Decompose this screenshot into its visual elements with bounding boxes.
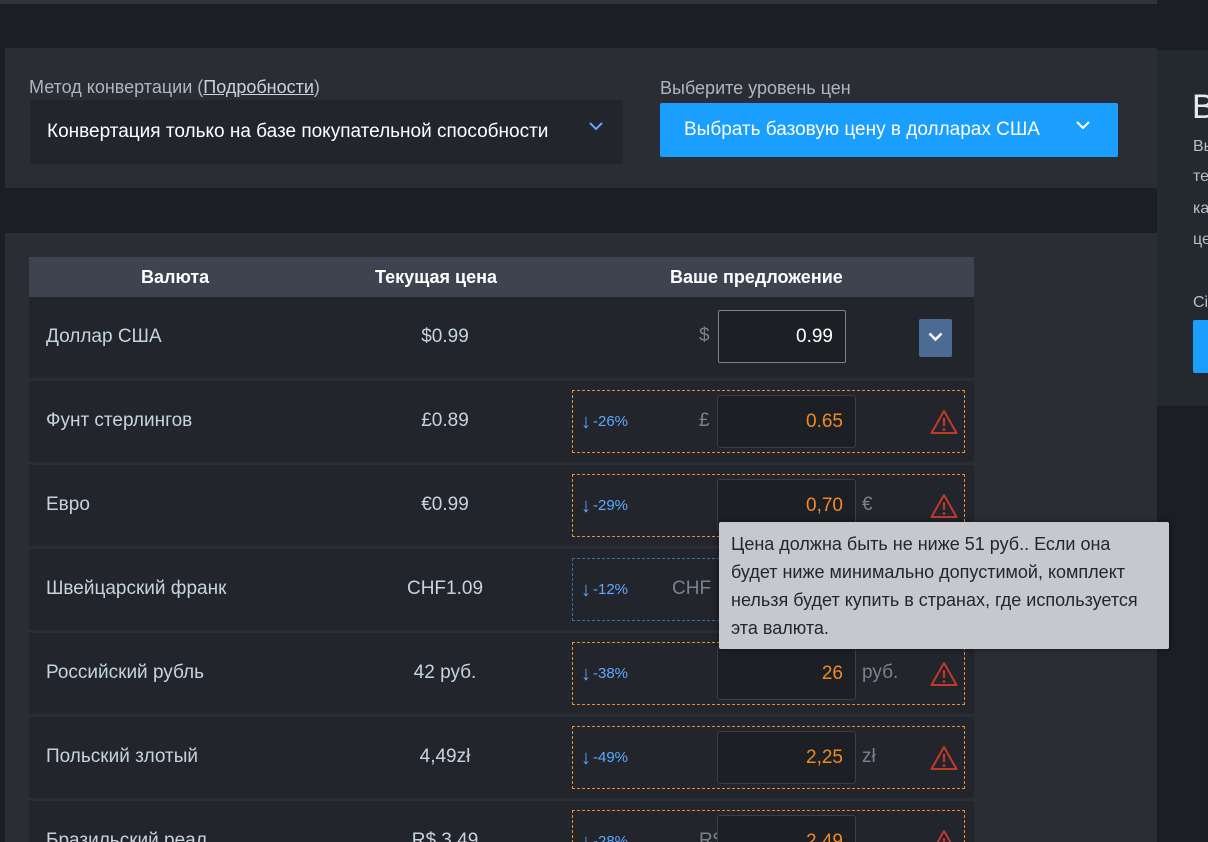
table-row: Бразильский реал R$ 3.49 ↓ -28% R$ xyxy=(29,801,974,842)
table-header: Валюта Текущая цена Ваше предложение xyxy=(29,257,974,297)
percent-change: -29% xyxy=(593,497,629,514)
price-change: ↓ -26% xyxy=(581,411,628,434)
percent-change: -49% xyxy=(593,749,629,766)
currency-name: Фунт стерлингов xyxy=(46,410,193,431)
right-panel-line: те xyxy=(1193,168,1208,185)
price-change: ↓ -12% xyxy=(581,579,628,602)
offer-box: ↓ -49% zł xyxy=(572,726,965,789)
price-change: ↓ -29% xyxy=(581,495,628,518)
header-currency: Валюта xyxy=(141,267,210,287)
conversion-method-label: Метод конвертации (Подробности) xyxy=(29,77,320,98)
arrow-down-icon: ↓ xyxy=(581,411,591,433)
table-row: Фунт стерлингов £0.89 ↓ -26% £ xyxy=(29,381,974,462)
current-price: £0.89 xyxy=(421,410,469,431)
currency-name: Бразильский реал xyxy=(46,830,207,842)
table-row-usd: Доллар США $0.99 $ xyxy=(29,297,974,378)
offer-box: ↓ -28% R$ xyxy=(572,810,965,842)
offer-box: ↓ -26% £ xyxy=(572,390,965,453)
right-side-panel: В Вы те ка це Сі xyxy=(1157,50,1208,406)
offer-box: ↓ -38% руб. xyxy=(572,642,965,705)
chevron-down-icon xyxy=(589,122,603,131)
arrow-down-icon: ↓ xyxy=(581,663,591,685)
conversion-method-value: Конвертация только на базе покупательной… xyxy=(47,121,549,142)
current-price: CHF1.09 xyxy=(406,578,484,599)
top-strip xyxy=(0,0,1157,4)
price-change: ↓ -38% xyxy=(581,663,628,686)
settings-panel: Метод конвертации (Подробности) Конверта… xyxy=(5,48,1157,188)
right-panel-line: ка xyxy=(1193,200,1208,217)
warning-icon[interactable] xyxy=(930,493,958,519)
header-your-offer: Ваше предложение xyxy=(670,267,843,287)
price-input[interactable] xyxy=(717,647,856,700)
price-level-label: Выберите уровень цен xyxy=(660,78,851,98)
price-level-select[interactable]: Выбрать базовую цену в долларах США xyxy=(660,103,1118,157)
current-price: 42 руб. xyxy=(413,662,477,683)
right-panel-line: Вы xyxy=(1193,138,1208,155)
header-current-price: Текущая цена xyxy=(375,267,498,287)
current-price: 4,49zł xyxy=(419,746,471,767)
price-input[interactable] xyxy=(717,815,856,842)
currency-name: Швейцарский франк xyxy=(46,578,227,599)
price-level-value: Выбрать базовую цену в долларах США xyxy=(684,119,1040,140)
chevron-down-icon xyxy=(1076,121,1090,130)
currency-name: Доллар США xyxy=(46,326,162,347)
currency-symbol: $ xyxy=(699,325,710,346)
currency-name: Евро xyxy=(46,494,90,515)
right-panel-button[interactable] xyxy=(1193,320,1208,373)
warning-icon[interactable] xyxy=(930,745,958,771)
current-price: R$ 3.49 xyxy=(411,830,479,842)
right-panel-heading: В xyxy=(1192,88,1208,126)
percent-change: -26% xyxy=(593,413,629,430)
price-input[interactable] xyxy=(717,731,856,784)
currency-symbol: CHF xyxy=(672,578,712,599)
price-change: ↓ -49% xyxy=(581,747,628,770)
chevron-down-icon xyxy=(928,332,943,342)
warning-icon[interactable] xyxy=(930,409,958,435)
arrow-down-icon: ↓ xyxy=(581,747,591,769)
current-price: $0.99 xyxy=(421,326,469,347)
table-row: Польский злотый 4,49zł ↓ -49% zł xyxy=(29,717,974,798)
currency-symbol: руб. xyxy=(862,662,899,683)
conversion-method-select[interactable]: Конвертация только на базе покупательной… xyxy=(30,100,623,164)
conversion-label-suffix: ) xyxy=(313,77,320,97)
price-input[interactable] xyxy=(717,395,856,448)
price-warning-tooltip: Цена должна быть не ниже 51 руб.. Если о… xyxy=(719,522,1169,649)
arrow-down-icon: ↓ xyxy=(581,831,591,842)
currency-name: Российский рубль xyxy=(46,662,205,683)
price-change: ↓ -28% xyxy=(581,831,628,842)
right-panel-line: Сі xyxy=(1193,294,1208,311)
warning-icon[interactable] xyxy=(930,661,958,687)
usd-price-input[interactable] xyxy=(718,310,846,363)
arrow-down-icon: ↓ xyxy=(581,495,591,517)
currency-symbol: £ xyxy=(699,410,710,431)
percent-change: -28% xyxy=(593,833,629,842)
right-panel-line: це xyxy=(1193,231,1208,248)
current-price: €0.99 xyxy=(421,494,469,515)
percent-change: -38% xyxy=(593,665,629,682)
currency-symbol: zł xyxy=(862,746,876,767)
currency-symbol: € xyxy=(862,494,873,515)
warning-icon[interactable] xyxy=(930,829,958,842)
usd-dropdown-button[interactable] xyxy=(919,319,952,357)
conversion-label-prefix: Метод конвертации ( xyxy=(29,77,204,97)
details-link[interactable]: Подробности xyxy=(203,77,314,97)
currency-name: Польский злотый xyxy=(46,746,199,767)
arrow-down-icon: ↓ xyxy=(581,579,591,601)
percent-change: -12% xyxy=(593,581,629,598)
